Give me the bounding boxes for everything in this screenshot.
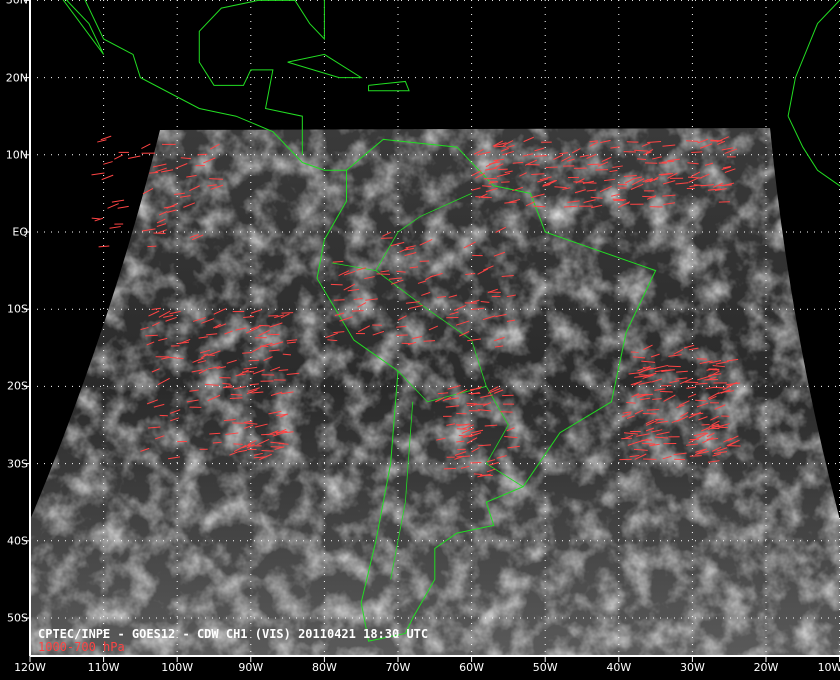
lat-label: 30N <box>5 0 28 7</box>
wind-barb <box>423 340 436 342</box>
wind-barb <box>97 139 107 143</box>
lat-label: 10N <box>5 148 28 162</box>
wind-barb <box>107 203 119 209</box>
wind-barb <box>145 334 158 337</box>
wind-barb <box>646 408 660 411</box>
coastline-africa <box>787 0 840 117</box>
wind-barb <box>637 158 647 160</box>
wind-barb <box>691 151 703 154</box>
wind-barb <box>111 199 125 203</box>
wind-barb <box>652 398 662 400</box>
wind-barb <box>100 135 112 141</box>
lon-label: 110W <box>87 661 120 674</box>
wind-barb <box>258 324 270 327</box>
wind-barb <box>117 205 129 209</box>
lat-label: 30S <box>7 457 28 471</box>
wind-barb <box>209 178 224 180</box>
wind-barb <box>141 143 151 149</box>
wind-barb <box>278 442 289 445</box>
lon-label: 70W <box>385 661 411 674</box>
wind-barb <box>642 195 656 198</box>
wind-barb <box>127 155 141 159</box>
wind-barb <box>667 365 681 368</box>
wind-barb <box>638 374 652 376</box>
lat-label: EQ <box>12 225 28 239</box>
wind-barb <box>684 381 699 384</box>
lon-label: 120W <box>14 661 46 674</box>
wind-barb <box>91 217 101 220</box>
wind-barb <box>333 299 345 301</box>
wind-barb <box>109 226 121 229</box>
wind-barb <box>197 153 208 156</box>
wind-barb <box>98 245 110 248</box>
wind-barb <box>659 390 673 393</box>
wind-barb <box>330 283 343 286</box>
wind-barb <box>689 455 702 457</box>
wind-barb <box>229 397 243 399</box>
wind-barb <box>153 232 166 235</box>
wind-barb <box>686 140 699 142</box>
wind-barb <box>701 423 710 426</box>
lon-label: 40W <box>606 661 632 674</box>
coastline-africa-gulf <box>787 115 840 187</box>
lon-label: 10W <box>817 661 840 674</box>
lon-label: 60W <box>459 661 485 674</box>
wind-barb <box>248 359 260 362</box>
wind-barb <box>533 205 546 208</box>
map-title: CPTEC/INPE - GOES12 - CDW CH1 (VIS) 2011… <box>38 627 429 641</box>
lat-label: 20S <box>7 379 28 393</box>
wind-barb <box>278 369 289 371</box>
lat-label: 50S <box>7 611 28 625</box>
wind-barb <box>103 161 113 165</box>
wind-barb <box>456 428 468 430</box>
wind-barb <box>612 198 627 201</box>
wind-barb <box>381 237 393 239</box>
wind-barb <box>473 473 483 476</box>
lon-label: 80W <box>311 661 337 674</box>
lat-label: 40S <box>7 534 28 548</box>
wind-barb <box>91 172 105 176</box>
wind-barb <box>695 399 707 402</box>
wind-barb <box>626 401 636 404</box>
wind-barb <box>209 432 221 435</box>
lon-label: 50W <box>532 661 558 674</box>
coastline-cuba <box>287 53 363 79</box>
wind-barb <box>582 182 597 184</box>
satellite-map <box>24 0 840 662</box>
wind-barb <box>261 450 274 452</box>
coastline-hispaniola <box>368 80 410 92</box>
lon-label: 90W <box>238 661 264 674</box>
satellite-swath <box>30 128 840 655</box>
lon-label: 100W <box>161 661 194 674</box>
wind-barb <box>466 402 478 405</box>
pressure-level-label: 1000-700 hPa <box>38 640 125 654</box>
lat-label: 10S <box>7 302 28 316</box>
lon-label: 30W <box>679 661 705 674</box>
lon-label: 20W <box>753 661 779 674</box>
wind-barb <box>114 154 123 160</box>
lat-label: 20N <box>5 71 28 85</box>
